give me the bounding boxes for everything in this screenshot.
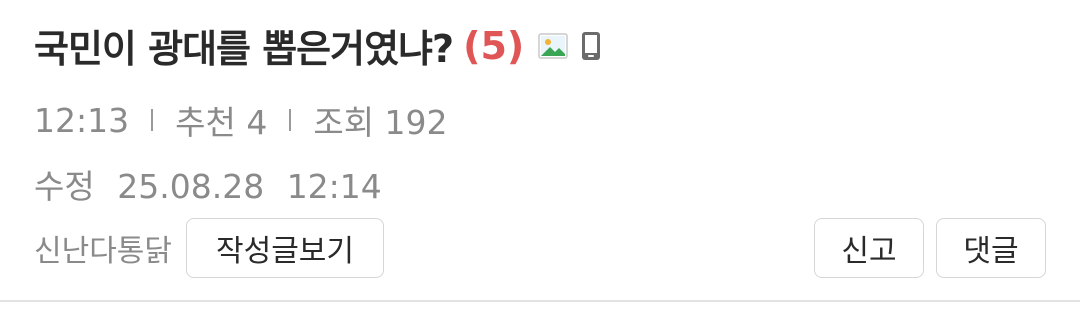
view-count: 조회 192 — [313, 103, 448, 142]
mobile-icon — [580, 31, 602, 61]
post-title: 국민이 광대를 뽑은거였냐? — [34, 27, 454, 71]
comment-button[interactable]: 댓글 — [936, 218, 1046, 278]
edited-info: 수정 25.08.28 12:14 — [34, 160, 382, 208]
post-actions: 신고 댓글 — [814, 218, 1046, 278]
author-name[interactable]: 신난다통닭 — [34, 226, 172, 270]
meta-row: 12:13 추천 4 조회 192 — [34, 96, 448, 144]
view-posts-button[interactable]: 작성글보기 — [186, 218, 384, 278]
comment-count[interactable]: (5) — [463, 24, 524, 68]
report-button[interactable]: 신고 — [814, 218, 924, 278]
edited-time: 12:14 — [286, 167, 382, 206]
image-icon — [538, 32, 569, 59]
post-time: 12:13 — [34, 100, 130, 140]
author-row: 신난다통닭 작성글보기 — [34, 218, 384, 278]
edited-date: 25.08.28 — [117, 167, 265, 206]
recommend-count: 추천 4 — [175, 103, 268, 142]
edited-label: 수정 — [34, 167, 95, 206]
title-row: 국민이 광대를 뽑은거였냐? (5) — [34, 18, 602, 73]
divider — [0, 300, 1080, 302]
meta-separator — [289, 109, 292, 131]
post-header: 국민이 광대를 뽑은거였냐? (5) 12:13 추천 4 조회 192 수정 … — [0, 0, 1080, 317]
meta-separator — [151, 109, 154, 131]
